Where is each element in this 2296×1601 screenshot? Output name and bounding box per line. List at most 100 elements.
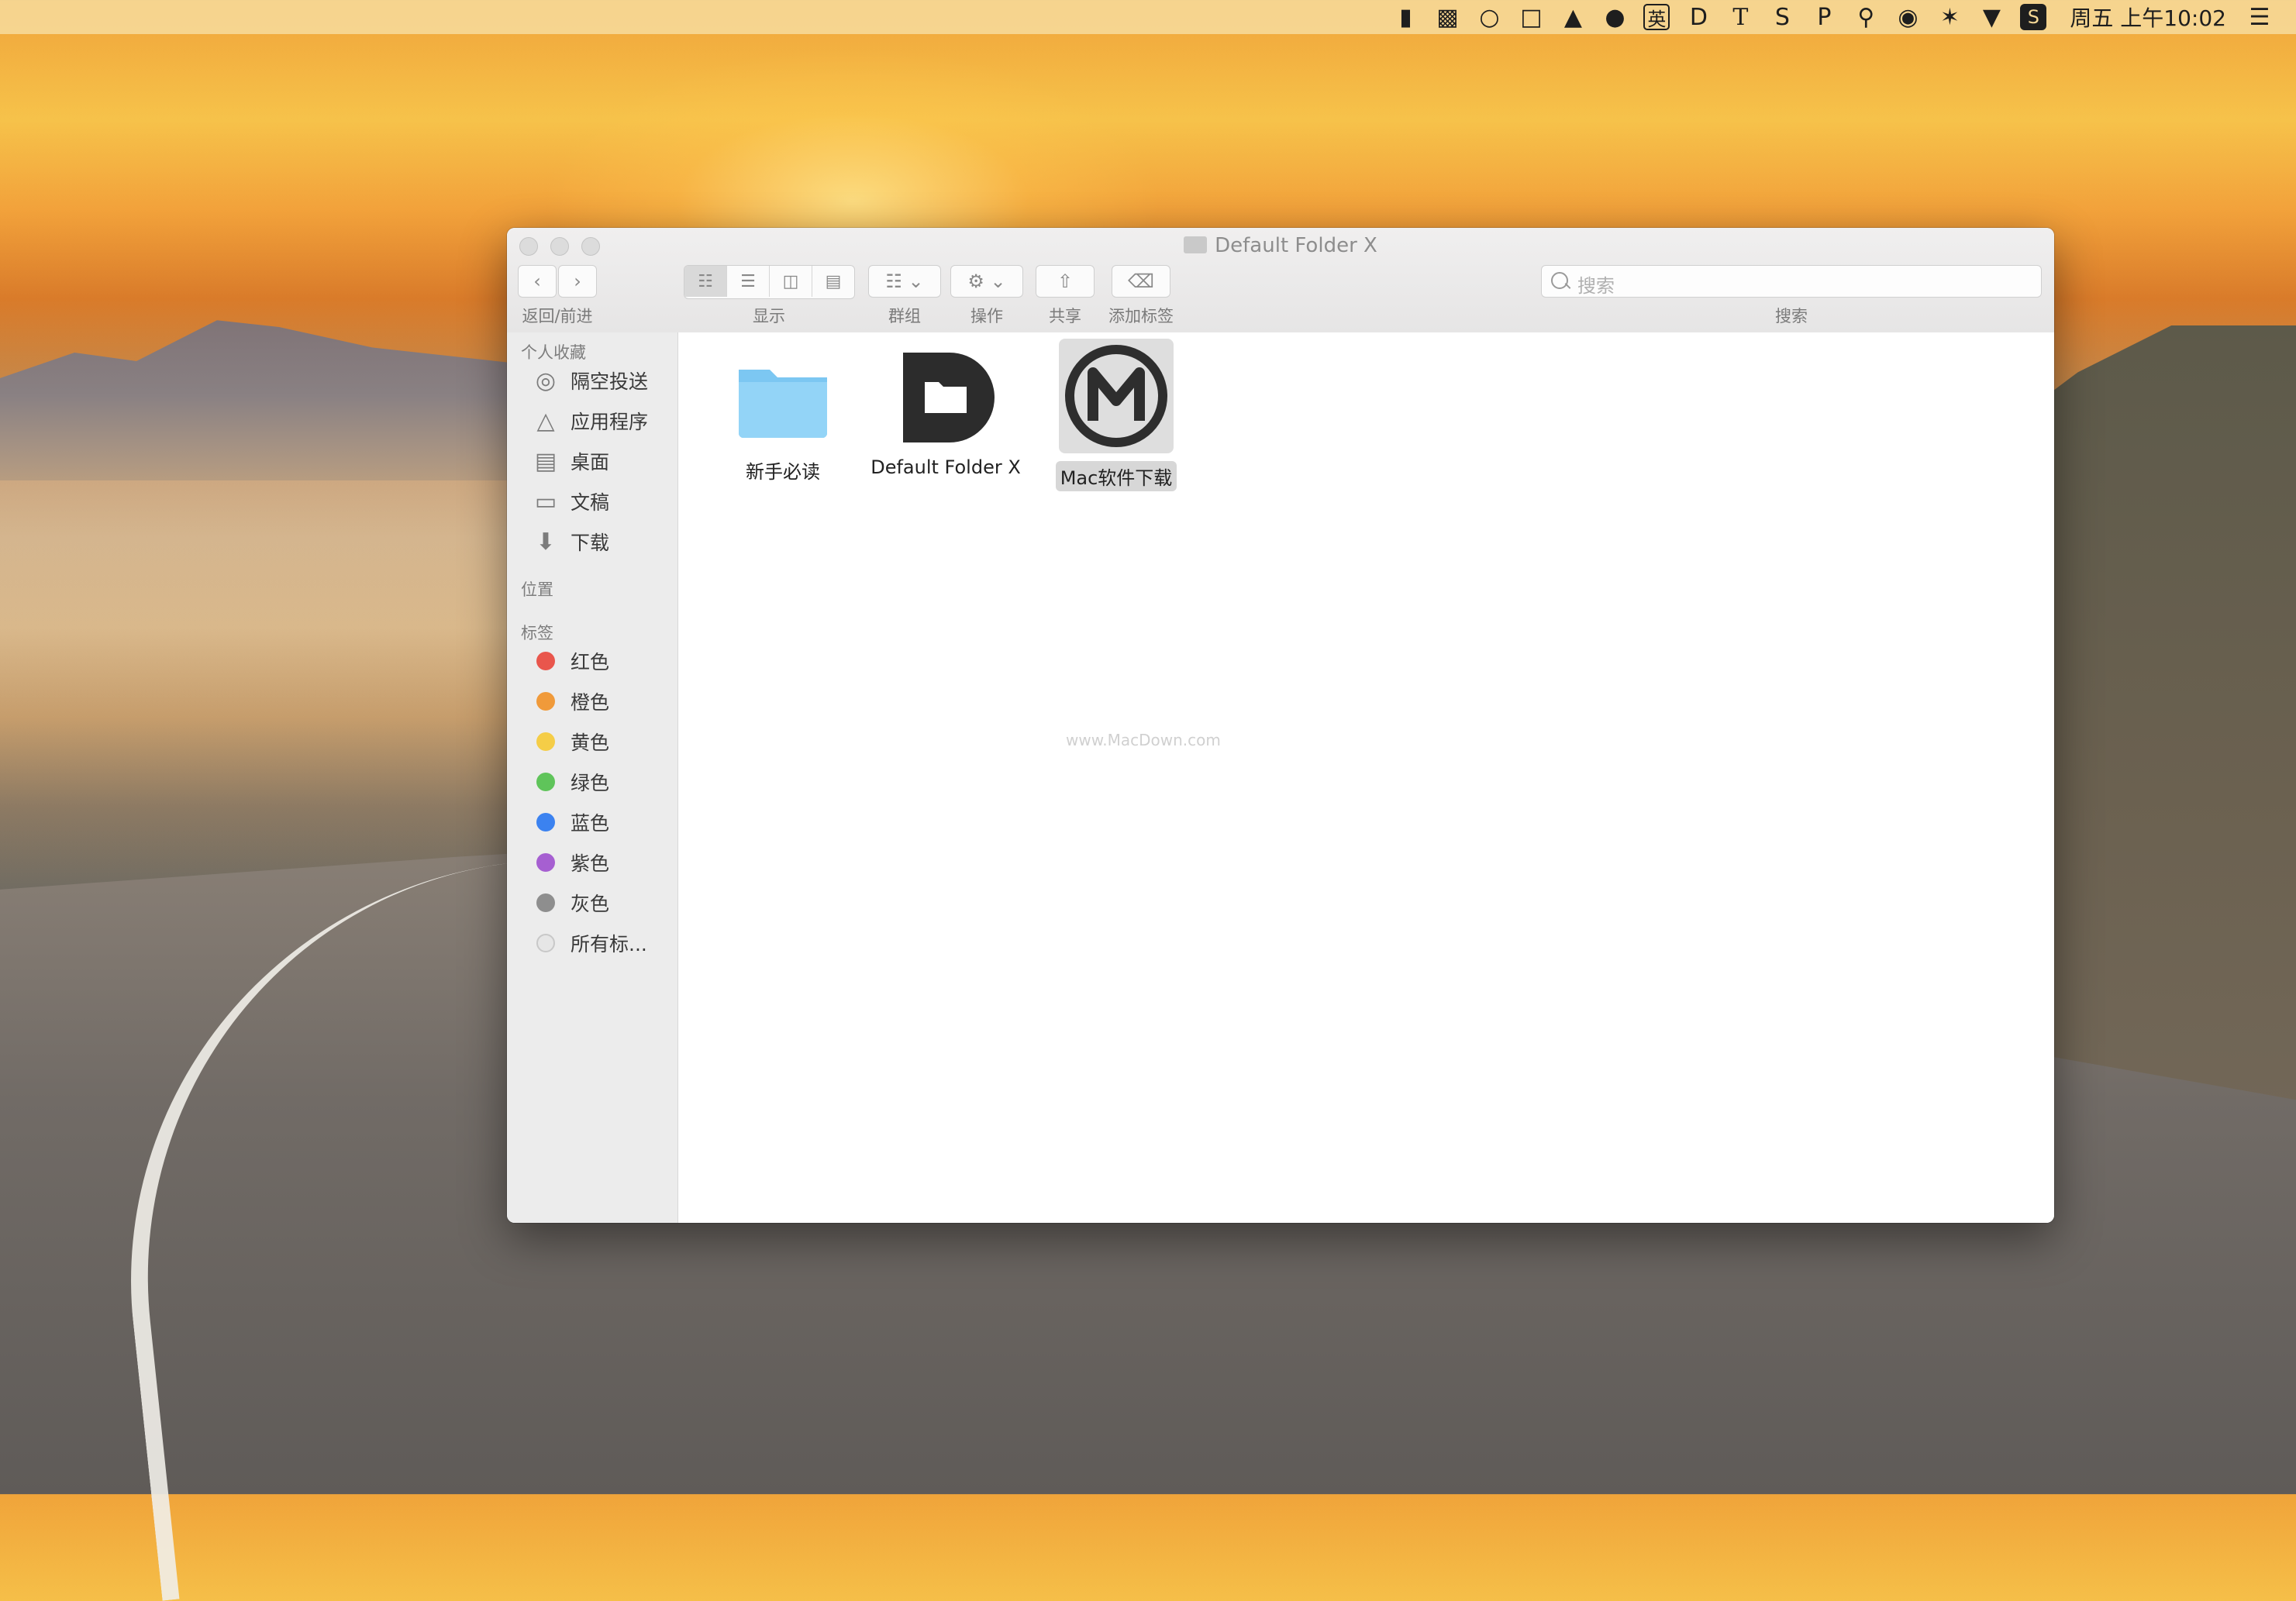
sidebar-tag-purple[interactable]: 紫色 (532, 845, 609, 880)
t-icon[interactable]: T (1727, 4, 1753, 31)
sidebar-tag-green[interactable]: 绿色 (532, 765, 609, 799)
file-label: 新手必读 (746, 461, 820, 483)
back-button[interactable]: ‹ (518, 265, 557, 298)
search-input[interactable]: 搜索 (1541, 265, 2042, 298)
window-title: Default Folder X (507, 234, 2054, 257)
cloud-icon[interactable]: ▲ (1560, 4, 1586, 31)
tag-color-dot (536, 813, 555, 831)
menu-bar: ▮ ▩ ○ □ ▲ ● 英 D T S P ⚲ ◉ ✶ ▼ S 周五 上午10:… (0, 0, 2296, 34)
gear-icon: ⚙ ⌄ (967, 270, 1006, 292)
toolbar: Default Folder X ‹ › 返回/前进 ☷ ☰ ◫ ▤ 显示 ☷ … (507, 228, 2054, 333)
wifi-icon[interactable]: ▼ (1978, 4, 2005, 31)
applications-icon: △ (536, 407, 555, 435)
default-folder-x-app-icon (895, 348, 996, 449)
sidebar-item-label: 灰色 (571, 893, 610, 915)
action-button[interactable]: ⚙ ⌄ (950, 265, 1023, 298)
bookmark-icon[interactable]: ▮ (1392, 4, 1419, 31)
column-view-icon[interactable]: ◫ (770, 266, 812, 297)
sidebar-item-label: 文稿 (571, 491, 610, 514)
app-s-icon[interactable]: S (2020, 4, 2047, 30)
file-label: Mac软件下载 (1055, 461, 1177, 491)
sidebar-tag-gray[interactable]: 灰色 (532, 886, 609, 920)
search-placeholder: 搜索 (1577, 275, 1615, 297)
tag-color-dot (536, 853, 555, 872)
file-item-selected[interactable]: Mac软件下载 (1043, 339, 1190, 491)
input-ying-icon[interactable]: 英 (1643, 4, 1670, 30)
sidebar-item-documents[interactable]: ▭ 文稿 (532, 484, 609, 518)
screen-icon[interactable]: □ (1518, 4, 1544, 31)
chevron-left-icon: ‹ (533, 270, 541, 292)
sidebar-tag-all[interactable]: 所有标... (532, 926, 647, 960)
icon-view-icon[interactable]: ☷ (684, 266, 727, 297)
locations-header[interactable]: 位置 (521, 577, 553, 601)
sidebar-item-desktop[interactable]: ▤ 桌面 (532, 444, 609, 478)
sidebar-item-label: 下载 (571, 532, 610, 554)
gallery-view-icon[interactable]: ▤ (812, 266, 854, 297)
sidebar-item-label: 紫色 (571, 852, 610, 875)
favorites-header: 个人收藏 (521, 343, 586, 362)
sidebar-item-airdrop[interactable]: ◎ 隔空投送 (532, 363, 648, 398)
tag-color-dot (536, 773, 555, 791)
sidebar-item-label: 应用程序 (571, 411, 649, 433)
menu-clock[interactable]: 周五 上午10:02 (2070, 2, 2226, 33)
list-icon[interactable]: ☰ (2246, 4, 2273, 31)
share-button[interactable]: ⇧ (1036, 265, 1095, 298)
sidebar-tag-yellow[interactable]: 黄色 (532, 725, 609, 759)
list-view-icon[interactable]: ☰ (727, 266, 770, 297)
forward-button[interactable]: › (558, 265, 597, 298)
sidebar-item-label: 绿色 (571, 772, 610, 794)
search-icon (1551, 272, 1568, 289)
file-label: Default Folder X (870, 456, 1021, 478)
spotlight-icon[interactable]: ⚲ (1853, 4, 1879, 31)
sidebar-item-downloads[interactable]: ⬇ 下载 (532, 525, 609, 559)
tag-button[interactable]: ⌫ (1112, 265, 1170, 298)
file-item[interactable]: 新手必读 (709, 348, 857, 484)
file-browser: 新手必读 Default Folder X Mac软件下载 www.MacDow… (678, 332, 2054, 1223)
folder-icon (733, 348, 833, 449)
d-icon[interactable]: D (1685, 4, 1712, 31)
tag-color-dot (536, 732, 555, 751)
tag-label: 添加标签 (1108, 307, 1174, 325)
macdown-app-icon (1059, 339, 1174, 453)
sidebar-item-label: 隔空投送 (571, 370, 649, 393)
facetime-icon[interactable]: ▩ (1434, 4, 1460, 31)
group-grid-icon: ☷ ⌄ (885, 270, 924, 292)
sidebar-tag-red[interactable]: 红色 (532, 644, 609, 678)
view-label: 显示 (753, 307, 785, 325)
search-label: 搜索 (1775, 307, 1808, 325)
view-selector[interactable]: ☷ ☰ ◫ ▤ (684, 265, 855, 299)
watermark: www.MacDown.com (1066, 731, 1221, 749)
sidebar-item-applications[interactable]: △ 应用程序 (532, 404, 648, 438)
desktop-icon: ▤ (534, 447, 557, 475)
bluetooth-icon[interactable]: ✶ (1936, 4, 1963, 31)
title-folder-icon (1184, 236, 1208, 253)
chevron-right-icon: › (574, 270, 581, 292)
downloads-icon: ⬇ (536, 528, 556, 556)
share-label: 共享 (1049, 307, 1081, 325)
siri-icon[interactable]: ◉ (1894, 4, 1921, 31)
group-button[interactable]: ☷ ⌄ (868, 265, 941, 298)
sidebar-item-label: 黄色 (571, 732, 610, 754)
action-label: 操作 (970, 307, 1003, 325)
sidebar-item-label: 蓝色 (571, 812, 610, 835)
file-item[interactable]: Default Folder X (864, 348, 1027, 478)
p-icon[interactable]: P (1811, 4, 1837, 31)
sidebar: 个人收藏 ◎ 隔空投送 △ 应用程序 ▤ 桌面 ▭ 文稿 ⬇ 下载 位置 标签 … (507, 332, 678, 1223)
all-tags-icon (536, 934, 555, 952)
airdrop-icon: ◎ (535, 367, 557, 394)
tag-icon: ⌫ (1128, 270, 1154, 292)
back-forward-label: 返回/前进 (522, 307, 593, 325)
s-icon[interactable]: S (1769, 4, 1795, 31)
documents-icon: ▭ (534, 487, 557, 515)
mic-icon[interactable]: ● (1601, 4, 1628, 31)
sidebar-item-label: 所有标... (571, 933, 647, 955)
share-icon: ⇧ (1057, 270, 1074, 292)
sidebar-tag-orange[interactable]: 橙色 (532, 684, 609, 718)
tag-color-dot (536, 893, 555, 912)
tag-color-dot (536, 692, 555, 711)
tags-header[interactable]: 标签 (521, 621, 553, 644)
sidebar-tag-blue[interactable]: 蓝色 (532, 805, 609, 839)
finder-window: Default Folder X ‹ › 返回/前进 ☷ ☰ ◫ ▤ 显示 ☷ … (507, 228, 2054, 1223)
wechat-icon[interactable]: ○ (1476, 4, 1502, 31)
sidebar-item-label: 红色 (571, 651, 610, 673)
